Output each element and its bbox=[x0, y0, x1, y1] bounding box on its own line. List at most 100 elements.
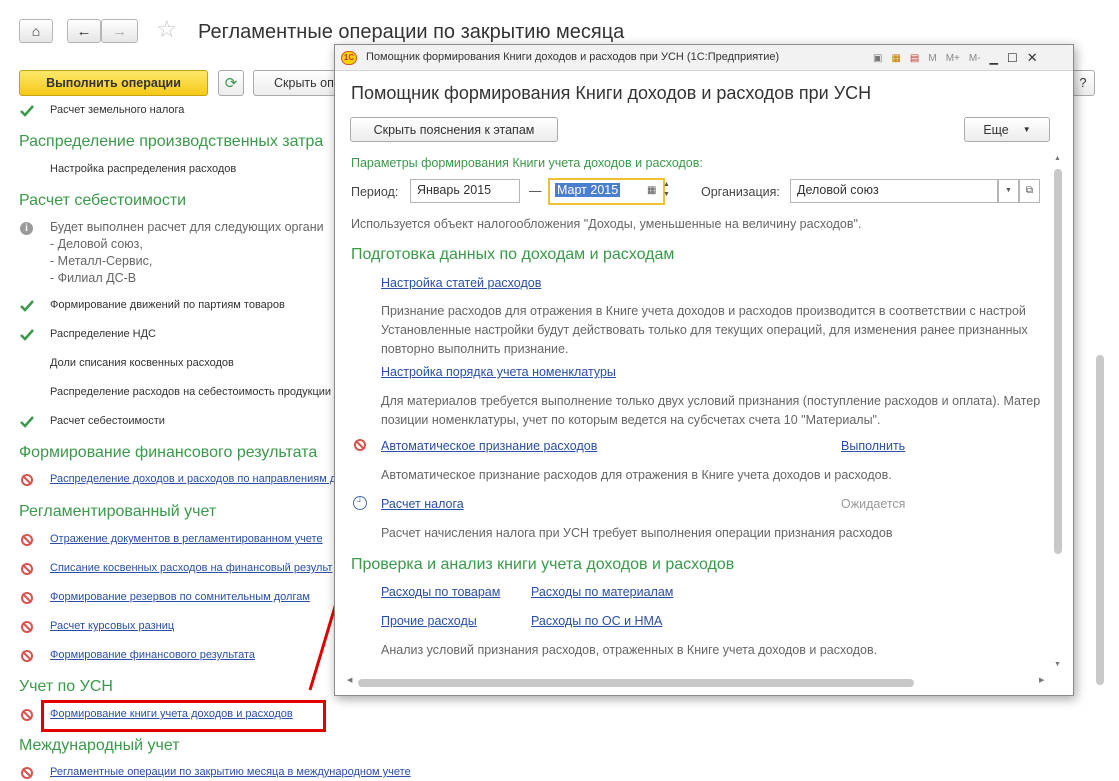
dialog-titlebar[interactable]: 1С Помощник формирования Книги доходов и… bbox=[335, 45, 1073, 71]
1c-logo-icon: 1С bbox=[341, 51, 357, 65]
chevron-down-icon: ▼ bbox=[1022, 125, 1031, 134]
info-icon: i bbox=[20, 222, 33, 235]
calculator-icon[interactable]: ▦ bbox=[891, 53, 900, 64]
dialog-horizontal-scrollbar[interactable] bbox=[358, 679, 914, 687]
operation-link[interactable]: Формирование резервов по сомнительным до… bbox=[50, 591, 310, 603]
nomenclature-line-1: Для материалов требуется выполнение толь… bbox=[381, 394, 1041, 408]
arrow-right-icon: → bbox=[112, 22, 127, 40]
minimize-icon[interactable]: ▁ bbox=[990, 52, 998, 65]
section-preparation-heading: Подготовка данных по доходам и расходам bbox=[351, 246, 675, 263]
organization-dropdown-button[interactable]: ▼ bbox=[998, 179, 1019, 203]
bookmark-icon[interactable]: ▣ bbox=[873, 53, 882, 64]
forbidden-icon bbox=[21, 534, 33, 546]
period-to-value: Март 2015 bbox=[555, 183, 621, 197]
spin-buttons[interactable]: ▲ ▼ bbox=[663, 180, 670, 200]
forbidden-icon bbox=[354, 439, 366, 451]
operation-label: Расчет земельного налога bbox=[50, 104, 185, 116]
checkmark-icon bbox=[20, 416, 34, 428]
favorite-star-icon[interactable]: ☆ bbox=[156, 15, 178, 44]
hide-hints-button[interactable]: Скрыть пояснения к этапам bbox=[350, 117, 558, 142]
window-title: Помощник формирования Книги доходов и ра… bbox=[366, 51, 780, 63]
run-operations-button[interactable]: Выполнить операции bbox=[19, 70, 208, 96]
hide-operations-button[interactable]: Скрыть оп bbox=[253, 70, 343, 96]
dialog-vertical-scroll-up[interactable]: ▲ bbox=[1054, 155, 1061, 162]
forbidden-icon bbox=[21, 474, 33, 486]
section-heading: Международный учет bbox=[19, 737, 180, 754]
nomenclature-link[interactable]: Настройка порядка учета номенклатуры bbox=[381, 365, 616, 379]
dialog-scroll-left[interactable]: ◀ bbox=[347, 676, 352, 684]
info-text-line: - Филиал ДС-В bbox=[50, 271, 137, 285]
auto-recognition-link[interactable]: Автоматическое признание расходов bbox=[381, 439, 597, 453]
highlight-frame bbox=[41, 700, 326, 732]
checkmark-icon bbox=[20, 105, 34, 117]
params-caption: Параметры формирования Книги учета доход… bbox=[351, 156, 703, 170]
operation-label: Доли списания косвенных расходов bbox=[50, 357, 234, 369]
organization-field[interactable]: Деловой союз bbox=[790, 179, 998, 203]
forbidden-icon bbox=[21, 650, 33, 662]
forward-button[interactable]: → bbox=[101, 19, 138, 43]
dialog-vertical-scrollbar[interactable] bbox=[1054, 169, 1062, 554]
other-expenses-link[interactable]: Прочие расходы bbox=[381, 614, 477, 628]
expense-items-link[interactable]: Настройка статей расходов bbox=[381, 276, 541, 290]
more-menu-button[interactable]: Еще ▼ bbox=[964, 117, 1050, 142]
memory-m-button[interactable]: M bbox=[928, 53, 936, 64]
calendar-icon[interactable]: ▤ bbox=[910, 53, 919, 64]
section-heading: Регламентированный учет bbox=[19, 503, 217, 520]
organization-open-button[interactable]: ⧉ bbox=[1019, 179, 1040, 203]
maximize-icon[interactable]: ☐ bbox=[1007, 51, 1018, 65]
help-button[interactable]: ? bbox=[1071, 70, 1095, 96]
assistant-dialog: 1С Помощник формирования Книги доходов и… bbox=[334, 44, 1074, 696]
forbidden-icon bbox=[21, 767, 33, 779]
forbidden-icon bbox=[21, 621, 33, 633]
organization-label: Организация: bbox=[701, 185, 780, 199]
more-label: Еще bbox=[983, 122, 1009, 137]
memory-mminus-button[interactable]: M- bbox=[969, 53, 981, 64]
checkmark-icon bbox=[20, 300, 34, 312]
expense-items-text: Признание расходов для отражения в Книге… bbox=[381, 302, 1028, 359]
calendar-picker-icon[interactable]: ▦ bbox=[647, 185, 656, 196]
tax-calculation-text: Расчет начисления налога при УСН требует… bbox=[381, 526, 893, 540]
dialog-scroll-right[interactable]: ▶ bbox=[1039, 676, 1044, 684]
section-heading: Учет по УСН bbox=[19, 678, 113, 695]
refresh-button[interactable]: ⟳ bbox=[218, 70, 244, 96]
operation-link[interactable]: Расчет курсовых разниц bbox=[50, 620, 174, 632]
operation-link[interactable]: Списание косвенных расходов на финансовы… bbox=[50, 562, 332, 574]
memory-mplus-button[interactable]: M+ bbox=[946, 53, 960, 64]
auto-recognition-run-link[interactable]: Выполнить bbox=[841, 439, 905, 453]
window-tools: ▣ ▦ ▤ M M+ M- ▁ ☐ ✕ bbox=[873, 50, 1038, 66]
operation-link[interactable]: Регламентные операции по закрытию месяца… bbox=[50, 766, 411, 778]
operation-link[interactable]: Распределение доходов и расходов по напр… bbox=[50, 473, 336, 485]
operation-label: Распределение НДС bbox=[50, 328, 156, 340]
operation-link[interactable]: Формирование финансового результата bbox=[50, 649, 255, 661]
operation-label: Формирование движений по партиям товаров bbox=[50, 299, 285, 311]
expense-items-line-2: Установленные настройки будут действоват… bbox=[381, 323, 1028, 337]
period-from-field[interactable]: Январь 2015 bbox=[410, 179, 520, 203]
operation-label: Расчет себестоимости bbox=[50, 415, 165, 427]
os-expenses-link[interactable]: Расходы по ОС и НМА bbox=[531, 614, 662, 628]
section-heading: Расчет себестоимости bbox=[19, 192, 187, 209]
page-title: Регламентные операции по закрытию месяца bbox=[198, 21, 625, 43]
period-dash: — bbox=[529, 184, 542, 198]
nomenclature-text: Для материалов требуется выполнение толь… bbox=[381, 392, 1040, 430]
main-scrollbar[interactable] bbox=[1096, 355, 1104, 685]
period-label: Период: bbox=[351, 185, 399, 199]
auto-recognition-text: Автоматическое признание расходов для от… bbox=[381, 468, 892, 482]
operation-label: Настройка распределения расходов bbox=[50, 163, 237, 175]
close-icon[interactable]: ✕ bbox=[1027, 50, 1038, 66]
home-icon: ⌂ bbox=[31, 23, 41, 39]
home-button[interactable]: ⌂ bbox=[19, 19, 53, 43]
back-button[interactable]: ← bbox=[67, 19, 101, 43]
dialog-vertical-scroll-down[interactable]: ▼ bbox=[1054, 661, 1061, 668]
forbidden-icon bbox=[21, 709, 33, 721]
operation-link[interactable]: Отражение документов в регламентированно… bbox=[50, 533, 323, 545]
goods-expenses-link[interactable]: Расходы по товарам bbox=[381, 585, 500, 599]
materials-expenses-link[interactable]: Расходы по материалам bbox=[531, 585, 673, 599]
clock-icon: ┘ bbox=[353, 496, 367, 510]
section-heading: Формирование финансового результата bbox=[19, 444, 318, 461]
tax-calculation-link[interactable]: Расчет налога bbox=[381, 497, 464, 511]
info-text-line: - Деловой союз, bbox=[50, 237, 143, 251]
expense-items-line-1: Признание расходов для отражения в Книге… bbox=[381, 304, 1026, 318]
forbidden-icon bbox=[21, 592, 33, 604]
taxation-note: Используется объект налогообложения "Дох… bbox=[351, 217, 862, 231]
operation-label: Распределение расходов на себестоимость … bbox=[50, 386, 332, 398]
